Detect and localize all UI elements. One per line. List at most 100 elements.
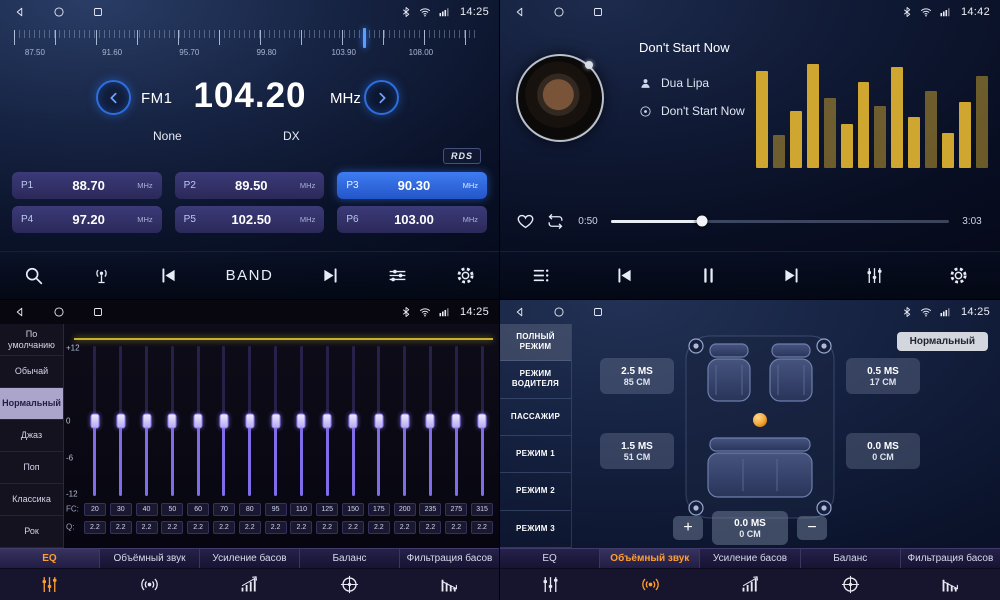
eq-slider-handle[interactable]: [297, 414, 306, 429]
eq-slider-track[interactable]: [248, 346, 251, 496]
surround-speaker-icon[interactable]: [600, 574, 700, 595]
recents-icon[interactable]: [592, 306, 604, 318]
eq-slider-track[interactable]: [197, 346, 200, 496]
eq-slider-handle[interactable]: [323, 414, 332, 429]
preset-button-p6[interactable]: P6103.00MHz: [337, 206, 487, 233]
next-track-icon[interactable]: [781, 265, 802, 286]
eq-slider-track[interactable]: [274, 346, 277, 496]
eq-slider-track[interactable]: [93, 346, 96, 496]
eq-slider-handle[interactable]: [194, 414, 203, 429]
surround-mode-item[interactable]: ПАССАЖИР: [500, 399, 571, 436]
eq-slider-handle[interactable]: [90, 414, 99, 429]
rear-left-delay[interactable]: 1.5 MS 51 CM: [600, 433, 674, 469]
back-icon[interactable]: [14, 306, 26, 318]
tab-3-label[interactable]: Усиление басов: [700, 549, 800, 568]
sound-profile-button[interactable]: Нормальный: [897, 332, 988, 351]
delay-increase-button[interactable]: +: [673, 516, 703, 540]
pause-icon[interactable]: [698, 265, 719, 286]
playlist-icon[interactable]: [531, 265, 552, 286]
surround-mode-item[interactable]: РЕЖИМ 3: [500, 511, 571, 548]
eq-slider-track[interactable]: [403, 346, 406, 496]
tab-2-label[interactable]: Объёмный звук: [100, 549, 200, 568]
eq-slider-track[interactable]: [352, 346, 355, 496]
tab-5-label[interactable]: Фильтрация басов: [901, 549, 1000, 568]
eq-preset-item[interactable]: Обычай: [0, 356, 63, 388]
eq-slider-handle[interactable]: [142, 414, 151, 429]
eq-slider-handle[interactable]: [116, 414, 125, 429]
favorite-heart-icon[interactable]: [516, 212, 535, 231]
album-art[interactable]: [516, 54, 604, 142]
tuner-settings-icon[interactable]: [387, 265, 408, 286]
surround-mode-item[interactable]: ПОЛНЫЙ РЕЖИМ: [500, 324, 571, 361]
surround-mode-item[interactable]: РЕЖИМ 2: [500, 473, 571, 510]
eq-slider-track[interactable]: [429, 346, 432, 496]
balance-icon[interactable]: [800, 574, 900, 595]
eq-slider-track[interactable]: [145, 346, 148, 496]
band-button[interactable]: BAND: [226, 267, 274, 284]
preset-button-p3[interactable]: P390.30MHz: [337, 172, 487, 199]
eq-slider-track[interactable]: [377, 346, 380, 496]
eq-slider-handle[interactable]: [400, 414, 409, 429]
home-icon[interactable]: [553, 6, 565, 18]
eq-slider-track[interactable]: [119, 346, 122, 496]
tab-1-label[interactable]: EQ: [500, 549, 600, 568]
eq-preset-item[interactable]: Поп: [0, 452, 63, 484]
eq-sliders-icon[interactable]: [0, 574, 100, 595]
previous-track-icon[interactable]: [614, 265, 635, 286]
home-icon[interactable]: [53, 6, 65, 18]
eq-slider-handle[interactable]: [426, 414, 435, 429]
tab-3-label[interactable]: Усиление басов: [200, 549, 300, 568]
eq-preset-item[interactable]: Классика: [0, 484, 63, 516]
broadcast-scan-icon[interactable]: [91, 265, 112, 286]
subwoofer-filter-icon[interactable]: [399, 574, 499, 595]
preset-button-p5[interactable]: P5102.50MHz: [175, 206, 325, 233]
rear-right-delay[interactable]: 0.0 MS 0 CM: [846, 433, 920, 469]
subwoofer-filter-icon[interactable]: [900, 574, 1000, 595]
eq-preset-item[interactable]: Рок: [0, 516, 63, 548]
settings-gear-icon[interactable]: [948, 265, 969, 286]
tab-2-label[interactable]: Объёмный звук: [600, 549, 700, 568]
surround-speaker-icon[interactable]: [100, 574, 200, 595]
eq-preset-item[interactable]: По умолчанию: [0, 324, 63, 356]
eq-slider-track[interactable]: [171, 346, 174, 496]
eq-slider-handle[interactable]: [168, 414, 177, 429]
tune-up-button[interactable]: [364, 80, 399, 115]
tab-4-label[interactable]: Баланс: [300, 549, 400, 568]
tab-5-label[interactable]: Фильтрация басов: [400, 549, 499, 568]
eq-slider-track[interactable]: [481, 346, 484, 496]
search-icon[interactable]: [23, 265, 44, 286]
eq-preset-item[interactable]: Нормальный: [0, 388, 63, 420]
eq-slider-handle[interactable]: [349, 414, 358, 429]
eq-slider-handle[interactable]: [245, 414, 254, 429]
eq-slider-track[interactable]: [455, 346, 458, 496]
eq-slider-track[interactable]: [300, 346, 303, 496]
back-icon[interactable]: [514, 306, 526, 318]
back-icon[interactable]: [14, 6, 26, 18]
seek-bar-knob[interactable]: [697, 216, 708, 227]
eq-slider-handle[interactable]: [374, 414, 383, 429]
eq-slider-handle[interactable]: [219, 414, 228, 429]
seek-bar[interactable]: [611, 220, 949, 223]
frequency-ruler[interactable]: [14, 30, 479, 46]
eq-preset-item[interactable]: Джаз: [0, 420, 63, 452]
recents-icon[interactable]: [592, 6, 604, 18]
previous-station-icon[interactable]: [158, 265, 179, 286]
home-icon[interactable]: [53, 306, 65, 318]
front-left-delay[interactable]: 2.5 MS 85 CM: [600, 358, 674, 394]
home-icon[interactable]: [553, 306, 565, 318]
tune-down-button[interactable]: [96, 80, 131, 115]
repeat-icon[interactable]: [546, 212, 565, 231]
back-icon[interactable]: [514, 6, 526, 18]
recents-icon[interactable]: [92, 306, 104, 318]
preset-button-p2[interactable]: P289.50MHz: [175, 172, 325, 199]
recents-icon[interactable]: [92, 6, 104, 18]
eq-slider-handle[interactable]: [452, 414, 461, 429]
delay-decrease-button[interactable]: −: [797, 516, 827, 540]
surround-mode-item[interactable]: РЕЖИМ ВОДИТЕЛЯ: [500, 361, 571, 398]
eq-slider-track[interactable]: [222, 346, 225, 496]
surround-mode-item[interactable]: РЕЖИМ 1: [500, 436, 571, 473]
front-right-delay[interactable]: 0.5 MS 17 CM: [846, 358, 920, 394]
eq-slider-handle[interactable]: [478, 414, 487, 429]
preset-button-p4[interactable]: P497.20MHz: [12, 206, 162, 233]
settings-gear-icon[interactable]: [455, 265, 476, 286]
